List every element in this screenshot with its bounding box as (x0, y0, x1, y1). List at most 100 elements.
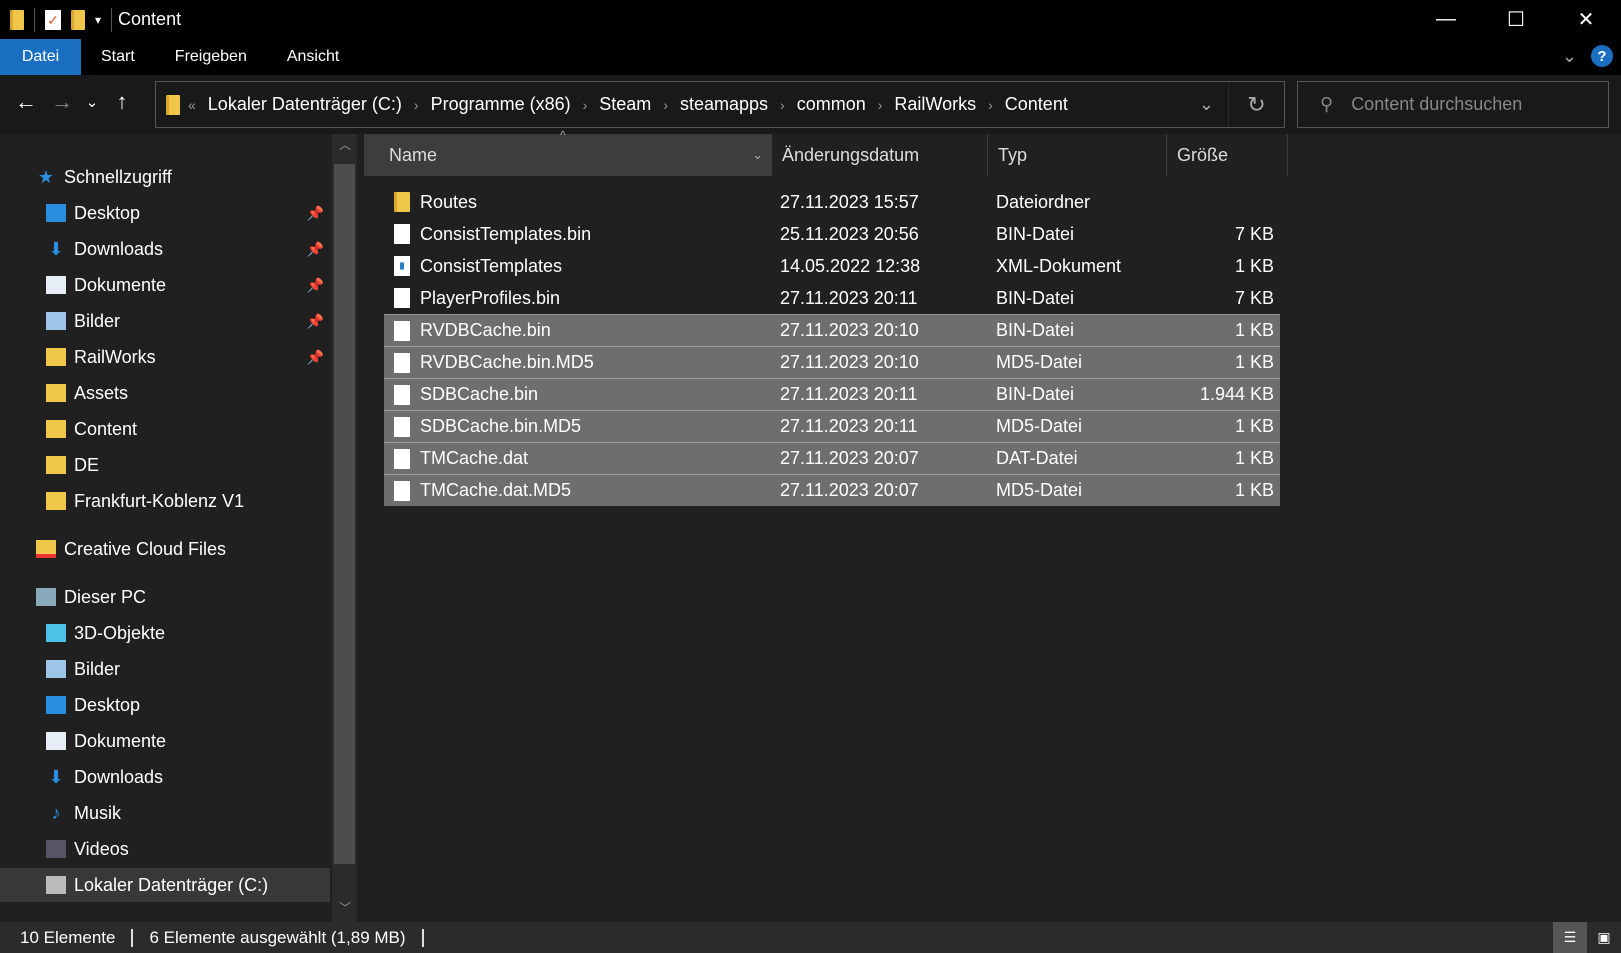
file-type: MD5-Datei (996, 480, 1083, 500)
sidebar-item[interactable]: Videos (0, 832, 330, 866)
file-name: ConsistTemplates (420, 255, 563, 276)
folder-icon (46, 348, 66, 366)
sidebar-item[interactable]: Bilder (0, 652, 330, 686)
sidebar-item[interactable]: Dokumente 📌 (0, 268, 330, 302)
file-icon (394, 384, 410, 405)
pictures-icon (46, 660, 66, 678)
divider (111, 7, 113, 32)
column-size[interactable]: Größe (1167, 134, 1288, 176)
breadcrumb-item[interactable]: Programme (x86) (431, 94, 571, 115)
folder-icon (10, 9, 24, 30)
column-date[interactable]: Änderungsdatum (772, 134, 988, 176)
chevron-right-icon[interactable]: › (988, 97, 993, 113)
breadcrumb-item[interactable]: Steam (599, 94, 651, 115)
breadcrumb-item[interactable]: Content (1005, 94, 1068, 115)
tab-ansicht[interactable]: Ansicht (267, 39, 359, 75)
file-row[interactable]: SDBCache.bin.MD5 27.11.2023 20:11 MD5-Date… (384, 410, 1280, 442)
sidebar-item[interactable]: Creative Cloud Files (0, 532, 330, 566)
sidebar-item[interactable]: RailWorks 📌 (0, 340, 330, 374)
up-button[interactable]: ↑ (104, 89, 140, 115)
navigation-bar: ← → ⌄ ↑ « Lokaler Datenträger (C:) › Prog… (0, 75, 1621, 134)
sidebar-item[interactable]: Bilder 📌 (0, 304, 330, 338)
sidebar-item[interactable]: Dokumente (0, 724, 330, 758)
file-row[interactable]: RVDBCache.bin.MD5 27.11.2023 20:10 MD5-Dat… (384, 346, 1280, 378)
file-icon (394, 480, 410, 501)
refresh-button[interactable]: ↻ (1228, 82, 1284, 127)
sidebar-item[interactable]: Desktop (0, 688, 330, 722)
file-size: 1 KB (1234, 448, 1274, 468)
breadcrumb-item[interactable]: Lokaler Datenträger (C:) (208, 94, 402, 115)
drive-icon (46, 876, 66, 894)
file-icon (394, 416, 410, 437)
file-row[interactable]: ConsistTemplates.bin 25.11.2023 20:56 BIN-… (384, 218, 1280, 250)
scroll-down-icon[interactable]: ﹀ (339, 899, 351, 916)
back-button[interactable]: ← (8, 89, 44, 115)
chevron-right-icon[interactable]: › (780, 97, 785, 113)
music-icon: ♪ (51, 803, 61, 823)
address-bar[interactable]: « Lokaler Datenträger (C:) › Programme (x… (155, 81, 1285, 128)
new-folder-icon[interactable] (71, 9, 85, 30)
breadcrumb-item[interactable]: RailWorks (894, 94, 976, 115)
file-name: RVDBCache.bin (420, 320, 551, 340)
large-icons-view-button[interactable]: ▣ (1587, 922, 1621, 953)
sidebar-scrollbar[interactable]: ︿ ﹀ (332, 134, 357, 922)
file-row[interactable]: TMCache.dat 27.11.2023 20:07 DAT-Datei 1 KB (384, 442, 1280, 474)
sidebar-item[interactable]: Assets (0, 376, 330, 410)
close-button[interactable]: ✕ (1551, 0, 1621, 39)
file-row[interactable]: ConsistTemplates 14.05.2022 12:38 XML-Doku… (384, 250, 1280, 282)
file-date: 27.11.2023 15:57 (780, 191, 919, 212)
sidebar-item[interactable]: ♪ Musik (0, 796, 330, 830)
sidebar-item[interactable]: Dieser PC (0, 580, 330, 614)
overflow-icon[interactable]: « (188, 97, 196, 113)
search-input[interactable]: ⚲ Content durchsuchen (1297, 81, 1609, 128)
pin-icon[interactable]: 📌 (307, 205, 324, 222)
customize-quick-access-icon[interactable]: ▾ (95, 13, 101, 27)
sidebar-item[interactable]: DE (0, 448, 330, 482)
file-date: 27.11.2023 20:07 (780, 448, 919, 468)
file-row[interactable]: TMCache.dat.MD5 27.11.2023 20:07 MD5-Datei… (384, 474, 1280, 506)
chevron-down-icon[interactable]: ⌄ (1199, 94, 1214, 115)
sidebar-item[interactable]: ★ Schnellzugriff (0, 160, 330, 194)
file-row[interactable]: Routes 27.11.2023 15:57 Dateiordner (384, 186, 1280, 218)
file-icon (394, 224, 410, 244)
column-type[interactable]: Typ (988, 134, 1167, 176)
maximize-button[interactable]: ☐ (1481, 0, 1551, 39)
column-name[interactable]: Name ^ ⌄ (364, 128, 772, 176)
pin-icon[interactable]: 📌 (307, 349, 324, 366)
scrollbar-thumb[interactable] (334, 164, 355, 864)
sidebar-item[interactable]: ⬇ Downloads (0, 760, 330, 794)
tab-start[interactable]: Start (81, 39, 155, 75)
recent-locations-icon[interactable]: ⌄ (80, 93, 104, 111)
sidebar-item[interactable]: Desktop 📌 (0, 196, 330, 230)
breadcrumb-item[interactable]: common (797, 94, 866, 115)
sidebar-item-label: Schnellzugriff (64, 166, 172, 187)
pin-icon[interactable]: 📌 (307, 277, 324, 294)
sidebar-item[interactable]: Frankfurt-Koblenz V1 (0, 484, 330, 518)
minimize-button[interactable]: — (1411, 0, 1481, 39)
chevron-right-icon[interactable]: › (583, 97, 588, 113)
tab-datei[interactable]: Datei (0, 39, 81, 75)
scroll-up-icon[interactable]: ︿ (339, 136, 351, 153)
chevron-right-icon[interactable]: › (878, 97, 883, 113)
breadcrumb-item[interactable]: steamapps (680, 94, 768, 115)
file-row[interactable]: SDBCache.bin 27.11.2023 20:11 BIN-Datei 1.9… (384, 378, 1280, 410)
properties-icon[interactable]: ✓ (45, 9, 61, 30)
chevron-right-icon[interactable]: › (663, 97, 668, 113)
details-view-button[interactable]: ☰ (1553, 922, 1587, 953)
forward-button[interactable]: → (44, 89, 80, 115)
file-row[interactable]: RVDBCache.bin 27.11.2023 20:10 BIN-Datei 1 … (384, 314, 1280, 346)
sidebar-item[interactable]: ⬇ Downloads 📌 (0, 232, 330, 266)
search-placeholder: Content durchsuchen (1351, 94, 1523, 114)
sidebar-item[interactable]: 3D-Objekte (0, 616, 330, 650)
pin-icon[interactable]: 📌 (307, 241, 324, 258)
expand-ribbon-icon[interactable]: ⌄ (1562, 46, 1577, 67)
file-row[interactable]: PlayerProfiles.bin 27.11.2023 20:11 BIN-Da… (384, 282, 1280, 314)
pin-icon[interactable]: 📌 (307, 313, 324, 330)
chevron-down-icon[interactable]: ⌄ (752, 147, 763, 163)
help-icon[interactable]: ? (1591, 45, 1613, 67)
sidebar-item[interactable]: Lokaler Datenträger (C:) (0, 868, 330, 902)
sort-ascending-icon: ^ (560, 128, 566, 142)
sidebar-item[interactable]: Content (0, 412, 330, 446)
chevron-right-icon[interactable]: › (414, 97, 419, 113)
tab-freigeben[interactable]: Freigeben (155, 39, 267, 75)
